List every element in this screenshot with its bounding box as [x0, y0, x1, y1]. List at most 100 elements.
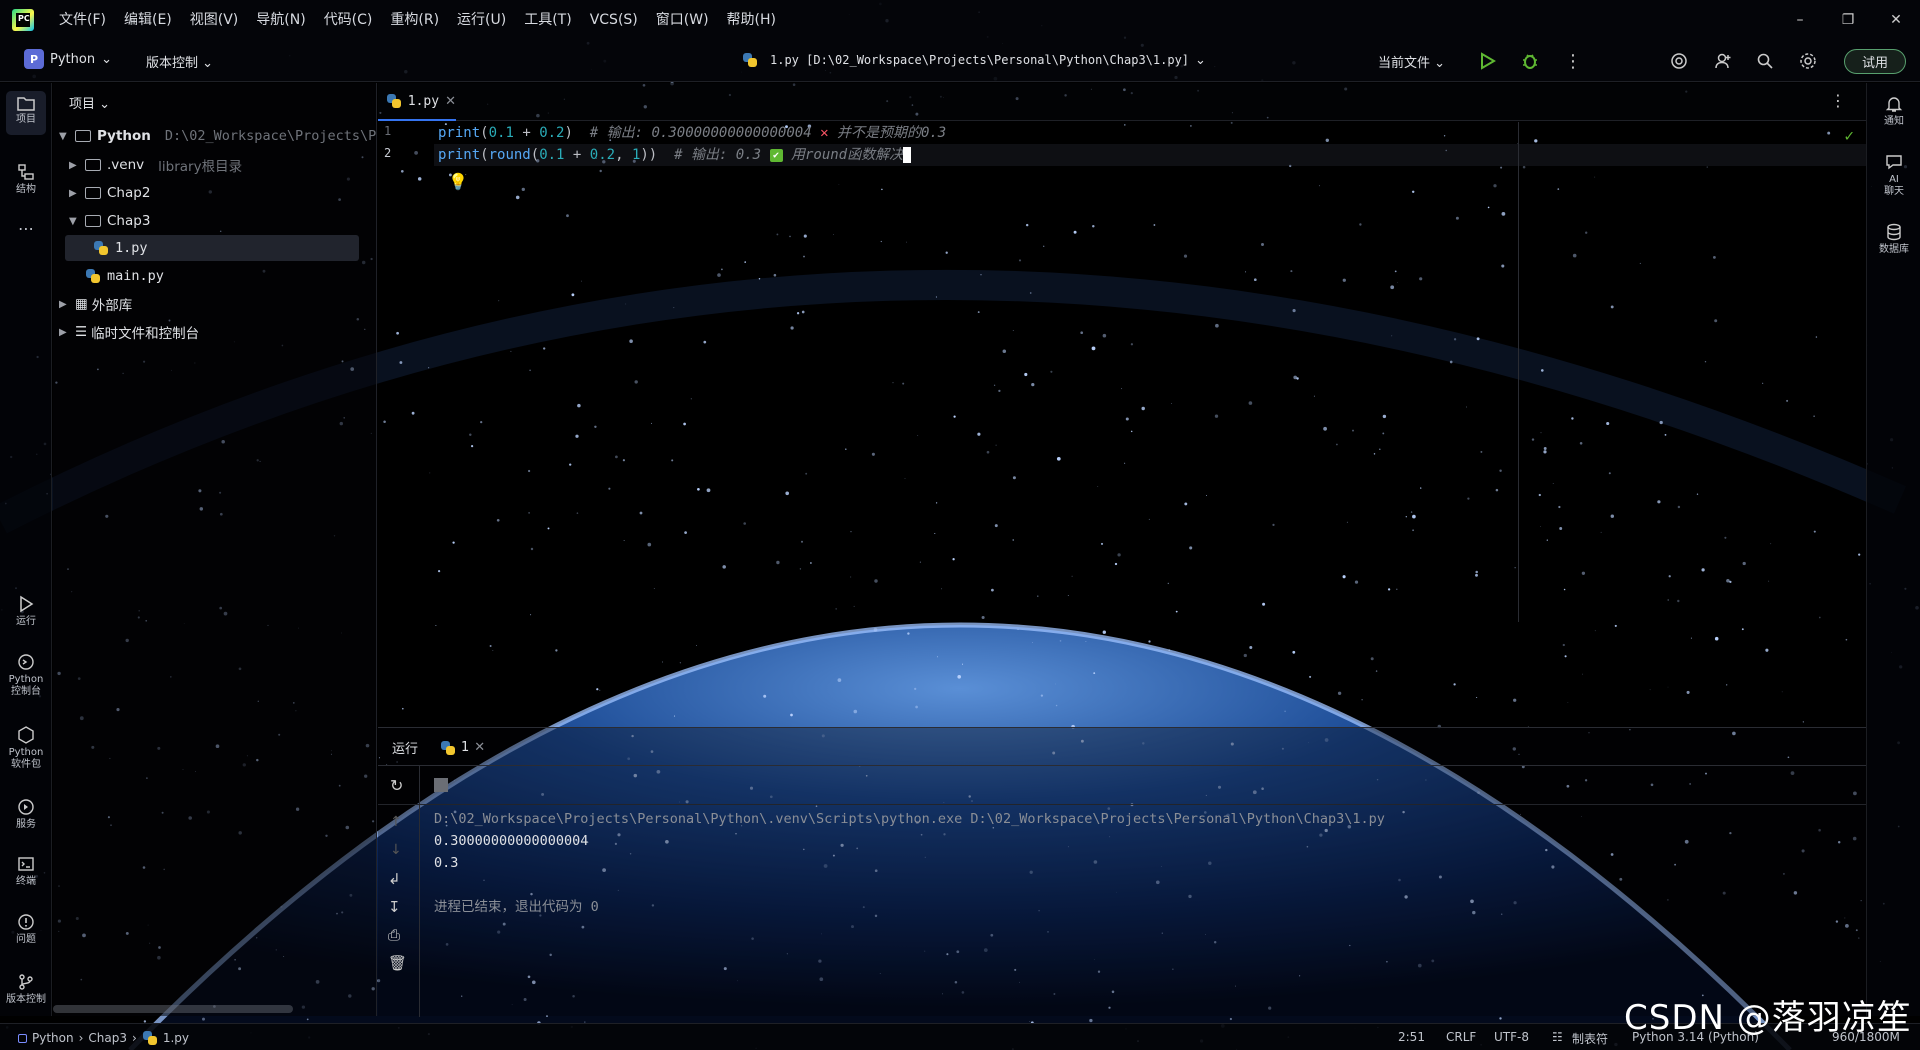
menu-item[interactable]: 视图(V)	[181, 0, 248, 40]
run-tool-window: 运行 1 ✕ ↻ ↑ ↓ ↲ ↧ ⎙ 🗑 D:\02_Workspace\Proj…	[378, 727, 1866, 1017]
vcs-tool-button[interactable]: 版本控制	[0, 973, 52, 1006]
caret-position[interactable]: 2:51	[1398, 1030, 1425, 1044]
menu-item[interactable]: 运行(U)	[448, 0, 515, 40]
menu-item[interactable]: 导航(N)	[247, 0, 314, 40]
file-encoding[interactable]: UTF-8	[1494, 1030, 1529, 1044]
project-tool-button[interactable]: 项目	[6, 91, 46, 135]
close-tab-icon[interactable]: ✕	[445, 94, 456, 109]
settings-gear-icon[interactable]	[1797, 50, 1819, 72]
terminal-button[interactable]: 终端	[0, 855, 52, 888]
print-icon[interactable]: ⎙	[388, 926, 400, 944]
run-icon[interactable]	[1476, 50, 1498, 72]
stop-icon[interactable]	[434, 778, 448, 792]
more-tools-icon[interactable]: ⋯	[0, 221, 52, 237]
tree-item-project-root[interactable]: ▼ Python D:\02_Workspace\Projects\Pe	[59, 123, 376, 149]
rerun-icon[interactable]: ↻	[390, 776, 403, 795]
menu-item[interactable]: 代码(C)	[315, 0, 382, 40]
star	[1029, 1021, 1031, 1023]
menu-item[interactable]: 编辑(E)	[115, 0, 181, 40]
ai-chat-icon	[1886, 155, 1902, 170]
minimize-icon[interactable]: –	[1776, 0, 1824, 40]
project-square-icon	[18, 1033, 27, 1043]
project-widget[interactable]: P Python ⌄	[24, 49, 112, 69]
tree-item-external-libs[interactable]: ▶ ▦ 外部库	[59, 291, 132, 317]
code-editor[interactable]: print(0.1 + 0.2) # 输出: 0.300000000000000…	[434, 122, 1866, 722]
database-button[interactable]: 数据库	[1867, 223, 1920, 256]
more-actions-icon[interactable]: ⋮	[1562, 50, 1584, 72]
star	[1089, 1018, 1093, 1023]
python-packages-button[interactable]: Python 软件包	[0, 726, 52, 771]
menu-item[interactable]: 帮助(H)	[718, 0, 785, 40]
trial-button[interactable]: 试用	[1844, 49, 1906, 74]
menu-item[interactable]: 窗口(W)	[647, 0, 718, 40]
structure-tool-button[interactable]: 结构	[0, 163, 52, 196]
folder-icon	[75, 130, 91, 142]
chevron-down-icon: ⌄	[1195, 52, 1206, 68]
close-tab-icon[interactable]: ✕	[474, 740, 485, 755]
database-icon	[1887, 223, 1901, 241]
console-command-line: D:\02_Workspace\Projects\Personal\Python…	[434, 811, 1385, 827]
structure-icon	[18, 164, 34, 180]
folder-icon	[85, 215, 101, 227]
pycharm-logo-icon[interactable]: PC	[12, 9, 34, 31]
star	[306, 1018, 309, 1021]
tree-item-chap3[interactable]: ▼ Chap3	[69, 208, 150, 234]
breadcrumb-item-file[interactable]: 1.py	[163, 1031, 189, 1045]
tree-item-chap2[interactable]: ▶ Chap2	[69, 180, 150, 206]
scroll-to-end-icon[interactable]: ↧	[388, 898, 401, 916]
cross-mark-icon: ✕	[820, 125, 829, 141]
line-separator[interactable]: CRLF	[1446, 1030, 1476, 1044]
ai-assistant-icon[interactable]	[1668, 50, 1690, 72]
tree-item-scratches[interactable]: ▶ ☰ 临时文件和控制台	[59, 319, 199, 345]
menu-item[interactable]: VCS(S)	[581, 0, 647, 40]
vcs-widget[interactable]: 版本控制 ⌄	[146, 52, 213, 71]
chevron-right-icon: ▶	[59, 298, 67, 310]
chevron-down-icon: ⌄	[101, 51, 112, 67]
menu-item[interactable]: 文件(F)	[50, 0, 115, 40]
chevron-right-icon: ▶	[59, 326, 67, 338]
search-icon[interactable]	[1754, 50, 1776, 72]
terminal-icon	[18, 857, 34, 871]
right-tool-strip: 通知 AI 聊天 数据库	[1866, 83, 1920, 1016]
python-console-button[interactable]: Python 控制台	[0, 653, 52, 698]
project-panel-header[interactable]: 项目 ⌄	[69, 93, 110, 112]
soft-wrap-icon[interactable]: ↲	[388, 870, 401, 888]
breadcrumb-item-project[interactable]: Python	[32, 1031, 74, 1045]
problems-button[interactable]: 问题	[0, 913, 52, 946]
horizontal-scrollbar[interactable]	[53, 1005, 293, 1013]
run-tab[interactable]: 1 ✕	[440, 738, 485, 757]
services-button[interactable]: 服务	[0, 798, 52, 831]
trash-icon[interactable]: 🗑	[388, 954, 407, 972]
close-icon[interactable]: ✕	[1872, 0, 1920, 40]
python-file-icon	[742, 52, 758, 68]
notifications-button[interactable]: 通知	[1867, 95, 1920, 128]
run-tool-button[interactable]: 运行	[0, 595, 52, 628]
arrow-down-icon[interactable]: ↓	[390, 842, 402, 858]
current-file-widget[interactable]: 1.py [D:\02_Workspace\Projects\Personal\…	[738, 52, 1206, 68]
add-user-icon[interactable]	[1712, 50, 1734, 72]
no-problems-check-icon[interactable]: ✓	[1844, 126, 1854, 145]
ai-chat-button[interactable]: AI 聊天	[1867, 153, 1920, 198]
tree-item-mainpy[interactable]: main.py	[81, 263, 164, 289]
editor-tab-bar: 1.py ✕ ⋮	[378, 83, 1866, 121]
project-tool-window: 项目 ⌄ ▼ Python D:\02_Workspace\Projects\Pe…	[53, 83, 377, 1016]
library-icon: ▦	[75, 296, 88, 312]
tree-item-1py[interactable]: 1.py	[65, 235, 359, 261]
python-console-icon	[18, 654, 34, 670]
indent-setting[interactable]: 制表符	[1572, 1030, 1608, 1047]
restore-icon[interactable]: ❐	[1824, 0, 1872, 40]
indent-icon: ☷	[1552, 1030, 1563, 1044]
folder-icon	[17, 97, 35, 111]
debug-icon[interactable]	[1519, 50, 1541, 72]
run-configuration-select[interactable]: 当前文件 ⌄	[1378, 52, 1445, 71]
tab-options-icon[interactable]: ⋮	[1830, 91, 1846, 110]
breadcrumb-item-folder[interactable]: Chap3	[88, 1031, 127, 1045]
left-tool-strip: 项目 结构 ⋯ 运行 Python 控制台 Python 软件包 服务 终端 问…	[0, 83, 52, 1016]
editor-tab-1py[interactable]: 1.py ✕	[378, 83, 456, 121]
console-output[interactable]: D:\02_Workspace\Projects\Personal\Python…	[434, 808, 1385, 918]
star	[1229, 1017, 1233, 1021]
menu-item[interactable]: 重构(R)	[381, 0, 448, 40]
menu-item[interactable]: 工具(T)	[515, 0, 580, 40]
arrow-up-icon[interactable]: ↑	[390, 814, 402, 830]
tree-item-venv[interactable]: ▶ .venv library根目录	[69, 152, 242, 178]
